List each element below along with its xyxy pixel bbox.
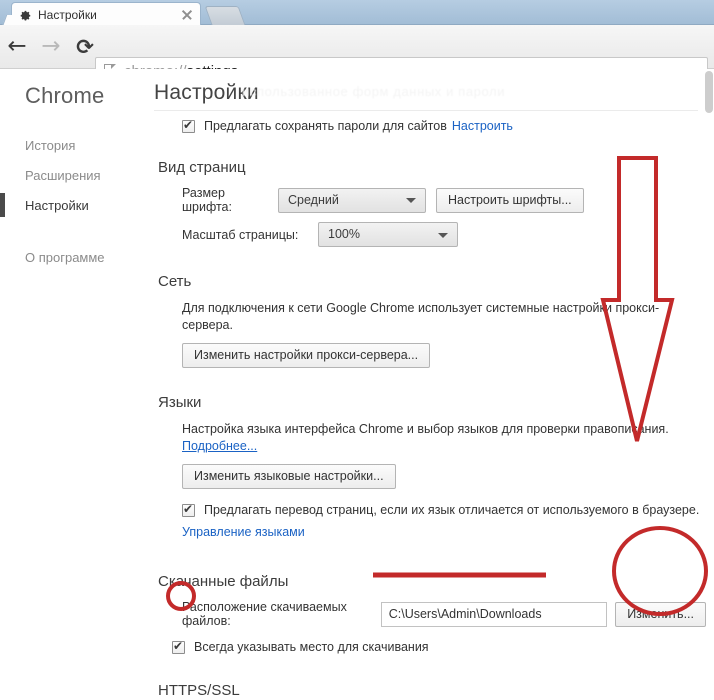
sidebar-item-label: О программе [25,250,105,265]
reload-icon: ⟳ [76,34,94,59]
download-location-label: Расположение скачиваемых файлов: [182,600,347,628]
page-zoom-row: Масштаб страницы: 100% [182,222,706,247]
offer-translate-label: Предлагать перевод страниц, если их язык… [204,503,700,517]
sidebar-item-label: Расширения [25,168,101,183]
back-arrow-icon: ← [7,33,27,59]
new-tab-button[interactable] [204,6,246,25]
translate-offer-row: Предлагать перевод страниц, если их язык… [182,502,706,517]
sidebar-brand: Chrome [25,83,105,108]
configure-passwords-link[interactable]: Настроить [452,119,513,133]
network-description: Для подключения к сети Google Chrome исп… [182,301,660,332]
vertical-scrollbar[interactable] [705,71,713,113]
browser-window: Настройки ← → ⟳ chrome://settings Chrome… [0,0,714,700]
sidebar-divider [0,221,150,243]
download-location-input[interactable]: C:\Users\Admin\Downloads [380,601,608,627]
manage-languages-link[interactable]: Управление языками [182,525,305,539]
title-divider [154,110,698,111]
forward-button[interactable]: → [34,30,68,64]
ask-location-row: Всегда указывать место для скачивания [172,639,706,654]
change-download-location-button[interactable]: Изменить... [615,601,706,627]
languages-description: Настройка языка интерфейса Chrome и выбо… [182,422,669,436]
font-size-value: Средний [288,192,339,207]
network-section: Сеть Для подключения к сети Google Chrom… [150,273,706,368]
font-size-row: Размер шрифта: Средний Настроить шрифты.… [182,186,706,214]
https-ssl-section: HTTPS/SSL Настроить сертификаты... [150,682,706,700]
sidebar-item-label: История [25,138,76,153]
sidebar-item-about[interactable]: О программе [0,243,150,273]
gear-icon [18,8,32,22]
languages-more-link[interactable]: Подробнее... [182,439,257,453]
appearance-section: Вид страниц Размер шрифта: Средний Настр… [150,159,706,247]
languages-heading: Языки [158,394,202,411]
sidebar-item-label: Настройки [25,198,89,213]
sidebar-nav: История Расширения Настройки О программе [0,131,150,273]
chevron-down-icon [406,198,416,203]
tab-title: Настройки [38,7,97,22]
tab-strip: Настройки [0,0,714,26]
offer-save-passwords-checkbox[interactable] [182,118,195,133]
back-button[interactable]: ← [0,30,34,64]
sidebar-item-extensions[interactable]: Расширения [0,161,150,191]
offer-translate-checkbox[interactable] [182,502,195,517]
font-size-label: Размер шрифта: [182,186,232,214]
settings-content: Настройки использованное форм данных и п… [150,69,706,700]
https-ssl-heading: HTTPS/SSL [158,682,240,699]
ask-download-location-checkbox[interactable] [172,639,185,654]
page-zoom-value: 100% [328,227,360,241]
languages-section: Языки Настройка языка интерфейса Chrome … [150,394,706,539]
change-language-settings-button[interactable]: Изменить языковые настройки... [182,464,396,489]
download-location-row: Расположение скачиваемых файлов: C:\User… [182,600,706,628]
downloads-heading: Скачанные файлы [158,573,289,590]
settings-sidebar: Chrome История Расширения Настройки О пр… [0,69,150,700]
customize-fonts-button[interactable]: Настроить шрифты... [436,187,584,213]
network-heading: Сеть [158,273,192,290]
page-zoom-select[interactable]: 100% [318,222,458,247]
browser-toolbar: ← → ⟳ chrome://settings [0,25,714,85]
close-icon[interactable] [180,8,194,22]
downloads-section: Скачанные файлы Расположение скачиваемых… [150,573,706,654]
forward-arrow-icon: → [41,33,61,59]
offer-save-passwords-label: Предлагать сохранять пароли для сайтов [204,119,447,133]
sidebar-item-settings[interactable]: Настройки [0,191,150,221]
ask-download-location-label: Всегда указывать место для скачивания [194,640,429,654]
font-size-select[interactable]: Средний [278,187,426,213]
ghost-text: использованное форм данных и пароли [242,84,506,99]
sidebar-item-history[interactable]: История [0,131,150,161]
tab-settings[interactable]: Настройки [11,2,201,26]
password-offer-row: Предлагать сохранять пароли для сайтов Н… [182,118,706,133]
page-zoom-label: Масштаб страницы: [182,227,299,242]
chevron-down-icon [438,232,448,238]
settings-page: Chrome История Расширения Настройки О пр… [0,69,714,700]
appearance-heading: Вид страниц [158,159,246,176]
change-proxy-settings-button[interactable]: Изменить настройки прокси-сервера... [182,343,431,368]
